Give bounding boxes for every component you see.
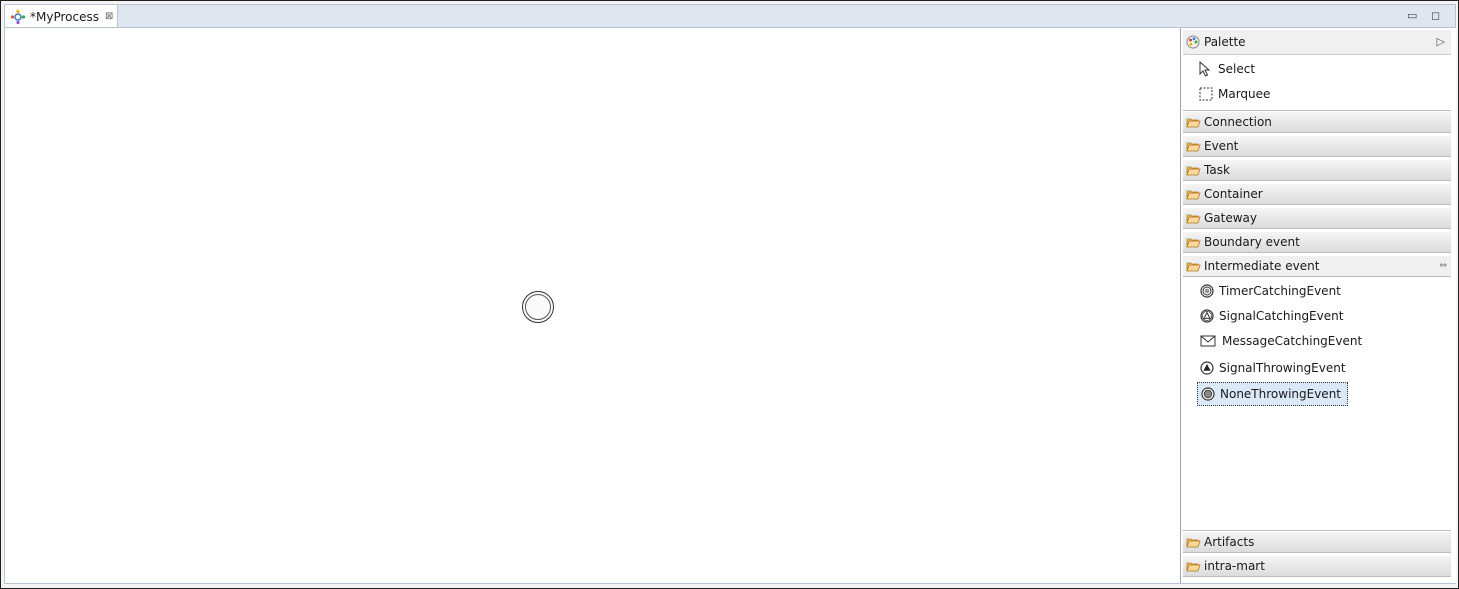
arrow-pointer-icon [1199,61,1211,77]
folder-icon [1186,237,1201,248]
signal-catch-icon [1200,309,1214,323]
folder-icon [1186,117,1201,128]
palette-header[interactable]: Palette ▷ [1183,30,1451,55]
entry-label: SignalCatchingEvent [1219,309,1344,323]
folder-icon [1186,189,1201,200]
none-throwing-event-shape[interactable] [522,291,554,323]
signal-throw-icon [1200,361,1214,375]
envelope-icon [1200,335,1216,347]
drawer-label: Task [1204,163,1230,177]
entry-timer-catching-event[interactable]: TimerCatchingEvent [1197,280,1341,302]
diagram-canvas[interactable] [5,28,1180,583]
drawer-gateway[interactable]: Gateway [1183,208,1451,229]
folder-icon [1186,213,1201,224]
maximize-icon[interactable]: ◻ [1431,9,1440,22]
editor-tab-bar: *MyProcess ⊠ ▭ ◻ [4,4,1456,28]
palette-icon [1186,35,1200,49]
folder-icon [1186,561,1201,572]
drawer-label: Intermediate event [1204,259,1320,273]
timer-event-icon [1200,284,1214,298]
minimize-icon[interactable]: ▭ [1407,9,1417,22]
close-icon[interactable]: ⊠ [105,11,113,22]
entry-label: TimerCatchingEvent [1219,284,1341,298]
pin-drawer-icon[interactable]: ⇔ [1439,261,1447,271]
palette-collapse-icon[interactable]: ▷ [1437,35,1445,48]
folder-icon [1186,141,1201,152]
drawer-connection[interactable]: Connection [1183,112,1451,133]
drawer-artifacts[interactable]: Artifacts [1183,532,1451,553]
drawer-label: Connection [1204,115,1272,129]
select-tool[interactable]: Select [1199,58,1255,80]
tab-myprocess[interactable]: *MyProcess ⊠ [5,5,118,28]
palette: Palette ▷ Select Marquee Connection Even… [1180,28,1456,583]
drawer-label: Event [1204,139,1239,153]
entry-signal-catching-event[interactable]: SignalCatchingEvent [1197,305,1343,327]
select-tool-label: Select [1218,62,1256,76]
palette-divider [1183,110,1451,111]
drawer-label: Container [1204,187,1263,201]
entry-message-catching-event[interactable]: MessageCatchingEvent [1197,330,1362,352]
drawer-label: Boundary event [1204,235,1300,249]
marquee-tool-label: Marquee [1218,87,1271,101]
entry-label: NoneThrowingEvent [1220,387,1342,401]
drawer-intra-mart[interactable]: intra-mart [1183,556,1451,577]
marquee-icon [1199,87,1213,101]
entry-none-throwing-event[interactable]: NoneThrowingEvent [1197,382,1349,406]
palette-divider [1183,530,1451,531]
palette-title: Palette [1204,35,1246,49]
editor-content: Palette ▷ Select Marquee Connection Even… [4,27,1456,584]
folder-open-icon [1186,261,1201,272]
folder-icon [1186,165,1201,176]
editor-window: *MyProcess ⊠ ▭ ◻ Palette ▷ Select Marque… [0,0,1459,589]
drawer-event[interactable]: Event [1183,136,1451,157]
folder-icon [1186,537,1201,548]
drawer-container[interactable]: Container [1183,184,1451,205]
marquee-tool[interactable]: Marquee [1199,83,1270,105]
none-throw-icon [1201,387,1215,401]
drawer-label: Artifacts [1204,535,1255,549]
tab-title: *MyProcess [30,9,99,24]
process-icon [10,9,26,25]
drawer-boundary-event[interactable]: Boundary event [1183,232,1451,253]
entry-label: MessageCatchingEvent [1222,334,1363,348]
entry-signal-throwing-event[interactable]: SignalThrowingEvent [1197,357,1346,379]
drawer-label: Gateway [1204,211,1258,225]
drawer-intermediate-event[interactable]: Intermediate event ⇔ [1183,256,1451,277]
drawer-label: intra-mart [1204,559,1265,573]
entry-label: SignalThrowingEvent [1219,361,1346,375]
drawer-task[interactable]: Task [1183,160,1451,181]
